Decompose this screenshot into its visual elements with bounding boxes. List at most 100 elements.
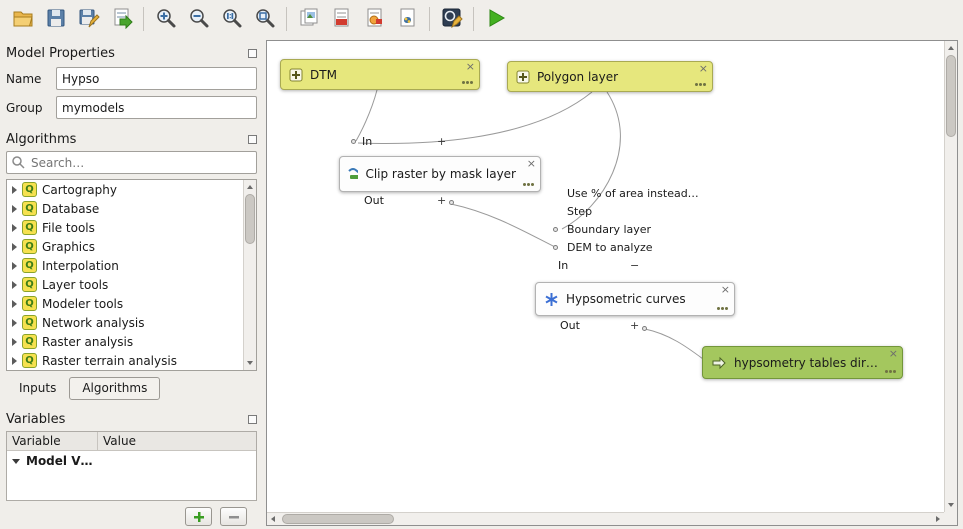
tab-algorithms[interactable]: Algorithms [69, 377, 160, 400]
scroll-right-icon[interactable] [936, 516, 940, 522]
search-input[interactable] [6, 151, 257, 174]
hypsometric-icon [544, 292, 559, 307]
comment-dots-icon[interactable] [717, 307, 720, 310]
tree-item-network-analysis[interactable]: QNetwork analysis [7, 313, 256, 332]
comment-dots-icon[interactable] [885, 370, 888, 373]
tree-item-label: Raster terrain analysis [42, 354, 177, 368]
save-in-project-button[interactable] [105, 4, 138, 34]
run-model-button[interactable] [479, 4, 512, 34]
tree-item-label: Database [42, 202, 99, 216]
scroll-down-icon[interactable] [948, 503, 954, 507]
node-title: Hypsometric curves [566, 292, 686, 306]
param-use-percent: Use % of area instead… [567, 187, 699, 200]
chevron-right-icon[interactable] [12, 243, 17, 251]
float-panel-icon[interactable] [248, 135, 257, 144]
chevron-right-icon[interactable] [12, 224, 17, 232]
remove-node-icon[interactable] [527, 157, 536, 170]
tree-item-layer-tools[interactable]: QLayer tools [7, 275, 256, 294]
chevron-right-icon[interactable] [12, 338, 17, 346]
edit-model-help-button[interactable] [435, 4, 468, 34]
zoom-actual-size-button[interactable] [215, 4, 248, 34]
tree-item-database[interactable]: QDatabase [7, 199, 256, 218]
model-name-input[interactable] [56, 67, 257, 90]
chevron-right-icon[interactable] [12, 300, 17, 308]
tree-item-file-tools[interactable]: QFile tools [7, 218, 256, 237]
model-group-input[interactable] [56, 96, 257, 119]
canvas-horizontal-scrollbar[interactable] [267, 512, 944, 525]
hypso-in-expander[interactable]: − [630, 259, 639, 272]
model-canvas[interactable]: DTM Polygon layer In + Clip raster by ma… [266, 40, 958, 526]
zoom-full-extent-button[interactable] [248, 4, 281, 34]
group-row: Group [6, 96, 257, 119]
provider-icon: Q [22, 239, 37, 254]
remove-node-icon[interactable] [889, 347, 898, 360]
scrollbar-thumb[interactable] [282, 514, 394, 524]
tree-item-raster-terrain-analysis[interactable]: QRaster terrain analysis [7, 351, 256, 370]
scrollbar-thumb[interactable] [946, 55, 956, 137]
column-variable[interactable]: Variable [7, 432, 97, 450]
hypso-out-expander[interactable]: + [630, 319, 639, 332]
scroll-up-icon[interactable] [247, 185, 253, 189]
tab-inputs[interactable]: Inputs [6, 377, 69, 400]
tree-item-cartography[interactable]: QCartography [7, 180, 256, 199]
socket-dem-dot[interactable] [553, 245, 558, 250]
zoom-out-button[interactable] [182, 4, 215, 34]
canvas-vertical-scrollbar[interactable] [944, 41, 957, 512]
save-model-as-button[interactable] [72, 4, 105, 34]
remove-variable-button[interactable] [220, 507, 247, 526]
tree-item-modeler-tools[interactable]: QModeler tools [7, 294, 256, 313]
chevron-right-icon[interactable] [12, 357, 17, 365]
remove-node-icon[interactable] [721, 283, 730, 296]
socket-in-dot[interactable] [351, 139, 356, 144]
remove-node-icon[interactable] [466, 60, 475, 73]
socket-out-dot[interactable] [449, 200, 454, 205]
scroll-down-icon[interactable] [247, 361, 253, 365]
export-as-python-button[interactable] [391, 4, 424, 34]
tree-item-raster-analysis[interactable]: QRaster analysis [7, 332, 256, 351]
save-model-button[interactable] [39, 4, 72, 34]
clip-in-expander[interactable]: + [437, 135, 446, 148]
node-output-hypsometry-tables[interactable]: hypsometry tables dir… [702, 346, 903, 379]
comment-dots-icon[interactable] [462, 81, 465, 84]
chevron-right-icon[interactable] [12, 262, 17, 270]
export-as-svg-button[interactable] [358, 4, 391, 34]
toolbar [0, 0, 963, 38]
scroll-up-icon[interactable] [948, 46, 954, 50]
comment-dots-icon[interactable] [695, 83, 698, 86]
name-row: Name [6, 67, 257, 90]
export-as-image-button[interactable] [292, 4, 325, 34]
zoom-in-button[interactable] [149, 4, 182, 34]
gdal-icon [348, 166, 358, 182]
tree-item-interpolation[interactable]: QInterpolation [7, 256, 256, 275]
clip-out-expander[interactable]: + [437, 194, 446, 207]
tree-scrollbar[interactable] [243, 180, 256, 370]
socket-boundary-dot[interactable] [553, 227, 558, 232]
node-input-polygon-layer[interactable]: Polygon layer [507, 61, 713, 92]
node-algo-clip-raster[interactable]: Clip raster by mask layer [339, 156, 541, 192]
chevron-right-icon[interactable] [12, 205, 17, 213]
float-panel-icon[interactable] [248, 415, 257, 424]
provider-icon: Q [22, 277, 37, 292]
socket-out-dot[interactable] [642, 326, 647, 331]
save-icon [45, 7, 67, 32]
algorithm-search [6, 151, 257, 174]
add-variable-button[interactable] [185, 507, 212, 526]
column-value[interactable]: Value [97, 432, 256, 450]
variables-group-row[interactable]: Model V… [7, 451, 256, 471]
remove-node-icon[interactable] [699, 62, 708, 75]
open-model-button[interactable] [6, 4, 39, 34]
node-input-dtm[interactable]: DTM [280, 59, 480, 90]
chevron-down-icon[interactable] [12, 459, 20, 464]
export-as-pdf-button[interactable] [325, 4, 358, 34]
chevron-right-icon[interactable] [12, 319, 17, 327]
algorithms-header: Algorithms [6, 132, 257, 147]
float-panel-icon[interactable] [248, 49, 257, 58]
scrollbar-thumb[interactable] [245, 194, 255, 244]
chevron-right-icon[interactable] [12, 186, 17, 194]
comment-dots-icon[interactable] [523, 183, 526, 186]
tree-item-graphics[interactable]: QGraphics [7, 237, 256, 256]
chevron-right-icon[interactable] [12, 281, 17, 289]
node-algo-hypsometric-curves[interactable]: Hypsometric curves [535, 282, 735, 316]
scroll-left-icon[interactable] [271, 516, 275, 522]
output-arrow-icon [711, 356, 727, 370]
